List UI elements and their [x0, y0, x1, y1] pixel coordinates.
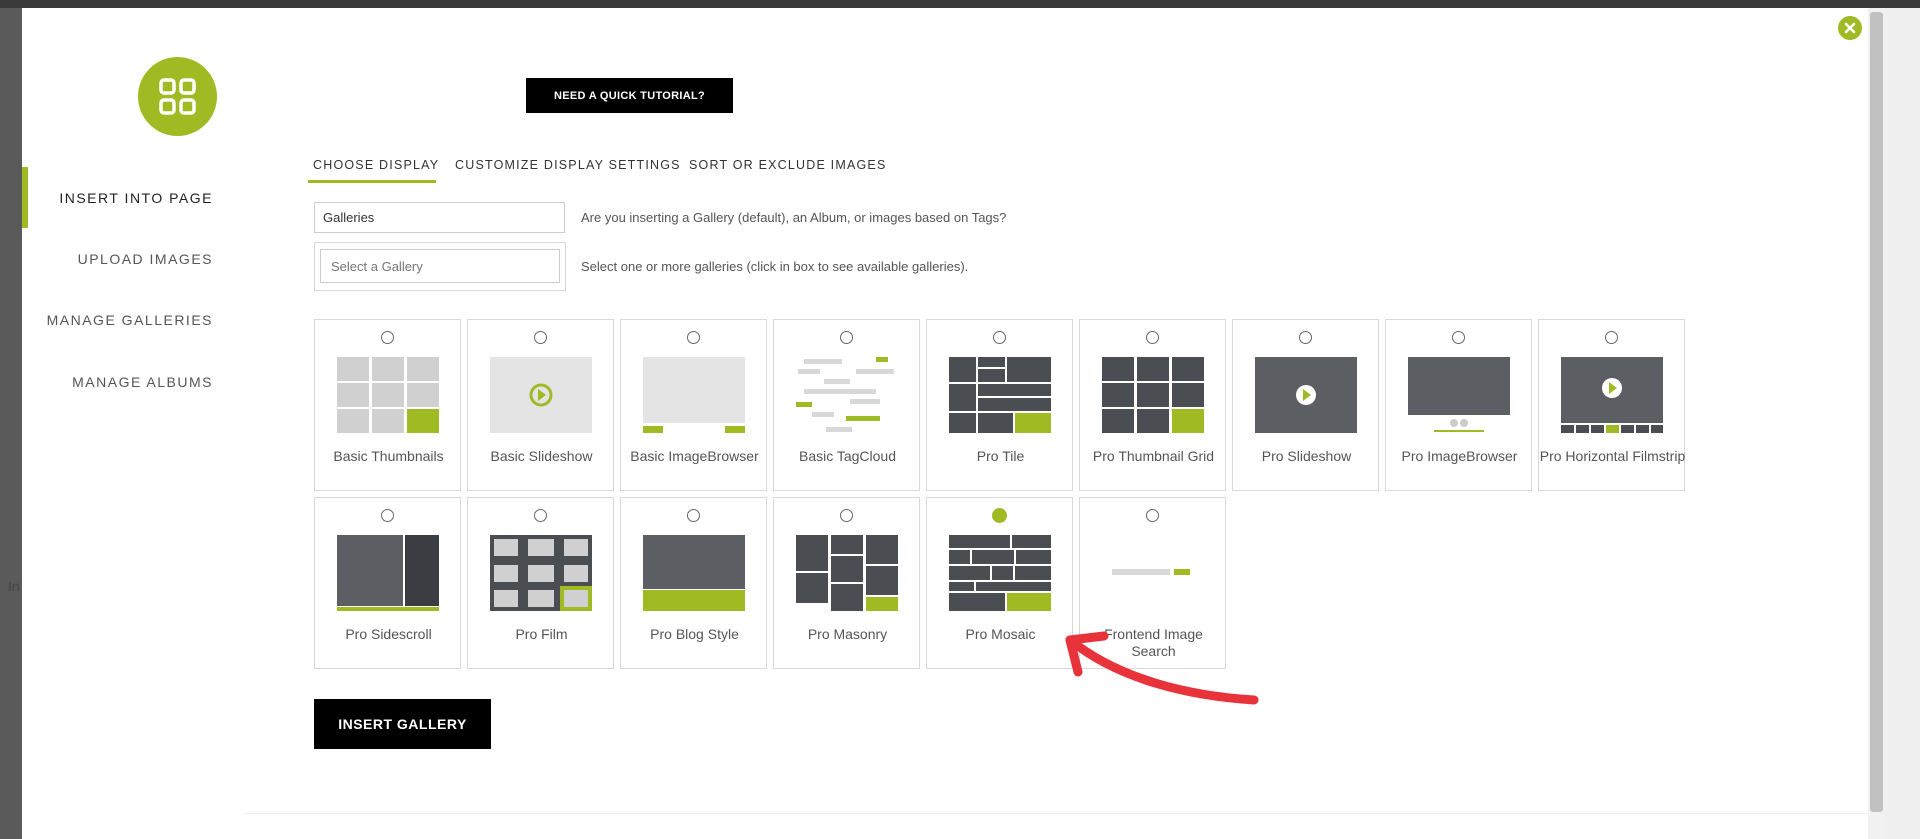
card-label: Pro Horizontal Filmstrip — [1539, 448, 1686, 464]
gallery-help-text: Select one or more galleries (click in b… — [581, 259, 969, 274]
background-right-strip — [1885, 8, 1920, 839]
background-topbar — [0, 0, 1920, 8]
radio-button[interactable] — [1605, 331, 1618, 344]
filmstrip-icon — [1561, 357, 1663, 433]
card-label: Basic TagCloud — [798, 448, 897, 464]
card-label: Pro Slideshow — [1261, 448, 1352, 464]
tab-customize-display-settings[interactable]: CUSTOMIZE DISPLAY SETTINGS — [455, 158, 681, 172]
display-card-basic-thumbnails[interactable]: Basic Thumbnails — [314, 319, 461, 491]
blog-style-icon — [643, 535, 745, 611]
radio-button[interactable] — [1452, 331, 1465, 344]
tab-choose-display[interactable]: CHOOSE DISPLAY — [313, 158, 439, 172]
radio-button[interactable] — [840, 509, 853, 522]
gallery-select-input[interactable] — [320, 249, 560, 283]
card-label: Basic Slideshow — [490, 448, 593, 464]
tab-active-underline — [308, 180, 436, 183]
sidebar-item-manage-albums[interactable]: MANAGE ALBUMS — [72, 374, 213, 390]
radio-button[interactable] — [1146, 331, 1159, 344]
close-icon — [1844, 22, 1856, 34]
card-label: Pro Tile — [976, 448, 1025, 464]
display-card-pro-film[interactable]: Pro Film — [467, 497, 614, 669]
divider — [244, 813, 1868, 814]
card-label: Pro Masonry — [807, 626, 888, 642]
card-label: Basic Thumbnails — [333, 448, 444, 464]
card-label: Pro Film — [515, 626, 568, 642]
display-card-pro-blog-style[interactable]: Pro Blog Style — [620, 497, 767, 669]
red-arrow-annotation — [1065, 631, 1259, 705]
display-card-pro-slideshow[interactable]: Pro Slideshow — [1232, 319, 1379, 491]
radio-button[interactable] — [1299, 331, 1312, 344]
display-card-pro-imagebrowser[interactable]: Pro ImageBrowser — [1385, 319, 1532, 491]
sidescroll-icon — [337, 535, 439, 611]
display-card-pro-masonry[interactable]: Pro Masonry — [773, 497, 920, 669]
tab-sort-or-exclude-images[interactable]: SORT OR EXCLUDE IMAGES — [689, 158, 887, 172]
card-label: Pro Sidescroll — [345, 626, 432, 642]
card-label: Pro Blog Style — [650, 626, 739, 642]
background-text: In — [8, 578, 20, 594]
display-card-pro-horizontal-filmstrip[interactable]: Pro Horizontal Filmstrip — [1538, 319, 1685, 491]
tile-icon — [949, 357, 1051, 433]
radio-button-selected[interactable] — [992, 508, 1007, 523]
display-card-pro-thumbnail-grid[interactable]: Pro Thumbnail Grid — [1079, 319, 1226, 491]
film-icon — [490, 535, 592, 611]
radio-button[interactable] — [534, 509, 547, 522]
display-card-pro-sidescroll[interactable]: Pro Sidescroll — [314, 497, 461, 669]
image-search-icon — [1112, 569, 1190, 575]
mosaic-icon — [949, 535, 1051, 611]
radio-button[interactable] — [381, 331, 394, 344]
source-select[interactable]: Galleries — [314, 202, 565, 233]
app-logo — [138, 57, 217, 136]
card-label: Pro ImageBrowser — [1401, 448, 1518, 464]
slideshow-icon — [490, 357, 592, 433]
card-label: Pro Thumbnail Grid — [1092, 448, 1215, 464]
grid-logo-icon — [159, 78, 196, 115]
radio-button[interactable] — [1146, 509, 1159, 522]
sidebar-item-manage-galleries[interactable]: MANAGE GALLERIES — [47, 312, 213, 328]
insert-gallery-button[interactable]: INSERT GALLERY — [314, 699, 491, 749]
radio-button[interactable] — [993, 331, 1006, 344]
display-card-basic-imagebrowser[interactable]: Basic ImageBrowser — [620, 319, 767, 491]
masonry-icon — [796, 535, 898, 611]
display-card-pro-tile[interactable]: Pro Tile — [926, 319, 1073, 491]
imagebrowser-icon — [643, 357, 745, 433]
scrollbar-thumb[interactable] — [1870, 12, 1883, 812]
sidebar-active-indicator — [22, 167, 28, 228]
sidebar-item-upload-images[interactable]: UPLOAD IMAGES — [78, 251, 213, 267]
sidebar-item-insert-into-page[interactable]: INSERT INTO PAGE — [59, 190, 213, 206]
card-label: Basic ImageBrowser — [630, 448, 759, 464]
radio-button[interactable] — [687, 331, 700, 344]
close-button[interactable] — [1838, 16, 1862, 40]
thumbnails-icon — [337, 357, 439, 433]
radio-button[interactable] — [381, 509, 394, 522]
tagcloud-icon — [796, 357, 894, 432]
display-card-basic-tagcloud[interactable]: Basic TagCloud — [773, 319, 920, 491]
source-help-text: Are you inserting a Gallery (default), a… — [581, 210, 1007, 225]
thumbnail-grid-icon — [1102, 357, 1204, 433]
radio-button[interactable] — [840, 331, 853, 344]
pro-slideshow-icon — [1255, 357, 1357, 433]
pro-imagebrowser-icon — [1408, 357, 1510, 432]
tutorial-button[interactable]: NEED A QUICK TUTORIAL? — [526, 78, 733, 113]
radio-button[interactable] — [687, 509, 700, 522]
display-card-basic-slideshow[interactable]: Basic Slideshow — [467, 319, 614, 491]
radio-button[interactable] — [534, 331, 547, 344]
